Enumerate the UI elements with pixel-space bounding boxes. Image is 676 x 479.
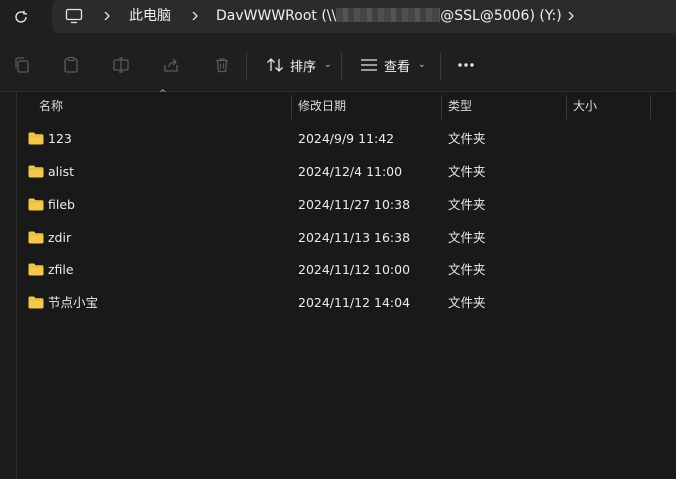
list-item[interactable]: zdir 2024/11/13 16:38 文件夹: [17, 222, 676, 254]
column-size[interactable]: 大小: [573, 92, 597, 120]
file-name: fileb: [48, 197, 75, 212]
folder-icon: [28, 296, 44, 309]
view-list-icon: [361, 59, 377, 71]
refresh-icon[interactable]: [10, 6, 32, 28]
file-modified: 2024/11/27 10:38: [298, 197, 411, 212]
file-type: 文件夹: [448, 164, 486, 179]
column-divider[interactable]: [441, 95, 442, 119]
chevron-right-icon[interactable]: [100, 7, 114, 25]
chevron-right-icon[interactable]: [564, 7, 578, 25]
breadcrumb-drive-prefix: DavWWWRoot (\\: [216, 8, 337, 24]
file-name: zfile: [48, 262, 74, 277]
folder-icon: [28, 231, 44, 244]
share-icon[interactable]: [161, 55, 181, 75]
chevron-down-icon: ⌄: [324, 60, 332, 70]
copy-icon[interactable]: [12, 55, 32, 75]
list-item[interactable]: 节点小宝 2024/11/12 14:04 文件夹: [17, 287, 676, 319]
command-bar: 排序 ⌄ 查看 ⌄: [0, 38, 676, 92]
file-type: 文件夹: [448, 197, 486, 212]
list-item[interactable]: 123 2024/9/9 11:42 文件夹: [17, 123, 676, 155]
file-name: alist: [48, 164, 75, 179]
list-item[interactable]: fileb 2024/11/27 10:38 文件夹: [17, 189, 676, 221]
more-icon: [458, 63, 474, 67]
toolbar-divider: [341, 52, 342, 80]
chevron-right-icon[interactable]: [188, 7, 202, 25]
file-modified: 2024/11/12 10:00: [298, 262, 411, 277]
breadcrumb-this-pc[interactable]: 此电脑: [129, 6, 171, 26]
sort-button[interactable]: 排序 ⌄: [266, 54, 332, 76]
file-modified: 2024/9/9 11:42: [298, 131, 395, 146]
file-modified: 2024/11/12 14:04: [298, 295, 411, 310]
address-bar-row: 此电脑 DavWWWRoot (\\ @SSL@5006) (Y:): [0, 0, 676, 38]
file-name: zdir: [48, 230, 72, 245]
file-type: 文件夹: [448, 262, 486, 277]
breadcrumb-drive[interactable]: DavWWWRoot (\\ @SSL@5006) (Y:): [216, 6, 562, 26]
column-type[interactable]: 类型: [448, 92, 472, 120]
more-options-button[interactable]: [457, 54, 475, 76]
sort-label: 排序: [290, 59, 317, 75]
toolbar-divider: [246, 52, 247, 80]
chevron-down-icon: ⌄: [418, 60, 426, 70]
view-label: 查看: [384, 59, 411, 75]
column-header-row: ^ 名称 修改日期 类型 大小: [17, 89, 676, 120]
address-bar[interactable]: 此电脑 DavWWWRoot (\\ @SSL@5006) (Y:): [52, 0, 676, 33]
folder-icon: [28, 263, 44, 276]
computer-icon: [64, 6, 84, 26]
list-item[interactable]: zfile 2024/11/12 10:00 文件夹: [17, 254, 676, 286]
toolbar-divider: [440, 52, 441, 80]
file-type: 文件夹: [448, 131, 486, 146]
file-name: 123: [48, 131, 72, 146]
file-type: 文件夹: [448, 230, 486, 245]
column-divider[interactable]: [291, 95, 292, 119]
folder-icon: [28, 198, 44, 211]
column-divider[interactable]: [650, 95, 651, 119]
file-type: 文件夹: [448, 295, 486, 310]
column-divider[interactable]: [566, 95, 567, 119]
sort-icon: [267, 58, 283, 72]
list-item[interactable]: alist 2024/12/4 11:00 文件夹: [17, 156, 676, 188]
file-modified: 2024/12/4 11:00: [298, 164, 403, 179]
folder-icon: [28, 165, 44, 178]
column-modified[interactable]: 修改日期: [298, 92, 346, 120]
file-name: 节点小宝: [48, 295, 99, 310]
paste-icon[interactable]: [61, 55, 81, 75]
sort-ascending-icon: ^: [159, 89, 167, 99]
rename-icon[interactable]: [111, 55, 131, 75]
file-modified: 2024/11/13 16:38: [298, 230, 411, 245]
delete-icon[interactable]: [212, 55, 232, 75]
column-name[interactable]: 名称: [39, 92, 63, 120]
breadcrumb-drive-suffix: @SSL@5006) (Y:): [440, 8, 562, 24]
redacted-host: [336, 8, 441, 22]
view-button[interactable]: 查看 ⌄: [360, 54, 426, 76]
folder-icon: [28, 132, 44, 145]
navigation-pane-edge[interactable]: [0, 92, 17, 479]
